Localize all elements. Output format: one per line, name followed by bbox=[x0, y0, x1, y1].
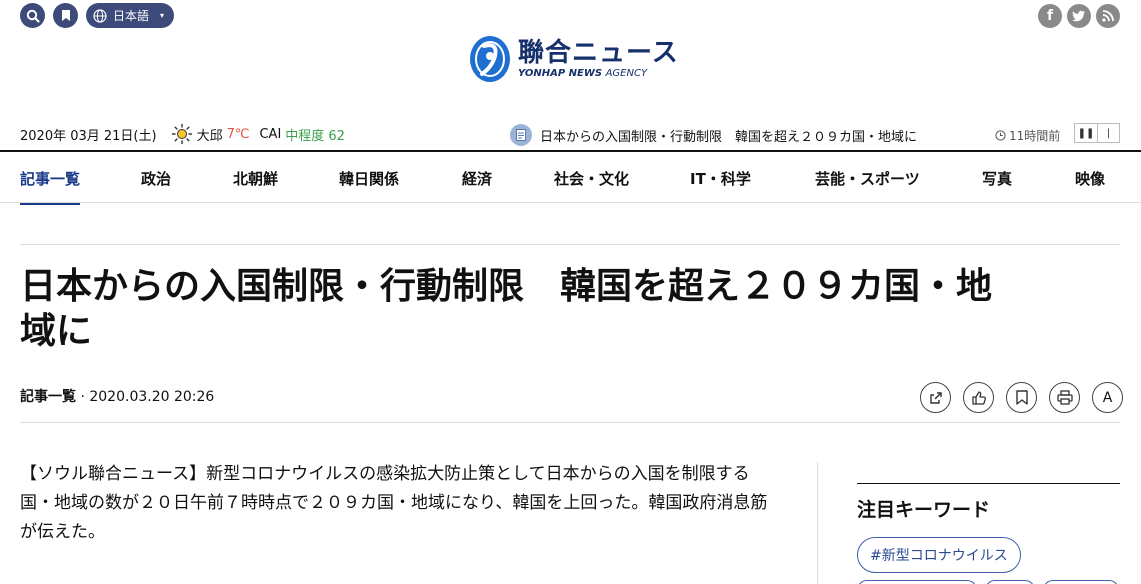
keywords-title: 注目キーワード bbox=[857, 499, 991, 521]
keyword-tag[interactable] bbox=[1043, 580, 1119, 584]
chevron-down-icon: ▾ bbox=[159, 11, 164, 20]
ticker-menu-button[interactable]: | bbox=[1097, 124, 1119, 142]
nav-item-videos[interactable]: 映像 bbox=[1075, 152, 1105, 204]
yonhap-logo-icon bbox=[470, 36, 510, 82]
nav-item-north-korea[interactable]: 北朝鮮 bbox=[233, 152, 278, 204]
cai-label: CAI bbox=[259, 126, 282, 142]
keyword-tag[interactable] bbox=[857, 580, 977, 584]
cai-value: 中程度 62 bbox=[285, 128, 345, 144]
news-ticker[interactable]: 日本からの入国制限・行動制限 韓国を超え２０９カ国・地域に bbox=[510, 124, 917, 146]
thumbs-up-icon bbox=[971, 390, 986, 405]
nav-item-entertainment-sports[interactable]: 芸能・スポーツ bbox=[815, 152, 920, 204]
nav-item-politics[interactable]: 政治 bbox=[141, 152, 171, 204]
nav-item-it-science[interactable]: IT・科学 bbox=[690, 152, 751, 204]
article-body: 【ソウル聯合ニュース】新型コロナウイルスの感染拡大防止策として日本からの入国を制… bbox=[20, 464, 768, 542]
info-bar: 2020年 03月 21日(土) 大邱 7℃ CAI 中程度 62 日本からの入… bbox=[20, 120, 1121, 148]
like-button[interactable] bbox=[963, 382, 994, 413]
column-divider bbox=[817, 462, 818, 584]
globe-icon bbox=[93, 8, 107, 23]
facebook-icon[interactable]: f bbox=[1038, 4, 1062, 28]
bookmark-icon bbox=[61, 10, 70, 21]
article-meta: 記事一覧 · 2020.03.20 20:26 bbox=[20, 389, 215, 405]
bookmark-button[interactable] bbox=[53, 3, 78, 28]
print-icon bbox=[1056, 390, 1073, 405]
sun-icon bbox=[171, 123, 192, 145]
ticker-time: 11時間前 bbox=[995, 127, 1060, 144]
font-size-button[interactable]: A bbox=[1092, 382, 1123, 413]
bookmark-icon bbox=[1015, 390, 1028, 405]
nav-item-korea-japan[interactable]: 韓日関係 bbox=[339, 152, 399, 204]
search-icon bbox=[26, 9, 40, 23]
language-selector[interactable]: 日本語 ▾ bbox=[86, 3, 174, 28]
nav-item-articles[interactable]: 記事一覧 bbox=[20, 152, 81, 205]
article-tools: A bbox=[920, 382, 1123, 413]
keyword-tag[interactable]: #新型コロナウイルス bbox=[857, 537, 1021, 573]
weather-temperature: 7℃ bbox=[226, 126, 250, 142]
ticker-controls: ❚❚ | bbox=[1074, 123, 1120, 143]
print-button[interactable] bbox=[1049, 382, 1080, 413]
article-datetime: 2020.03.20 20:26 bbox=[89, 389, 215, 405]
main-nav: 記事一覧 政治 北朝鮮 韓日関係 経済 社会・文化 IT・科学 芸能・スポーツ … bbox=[0, 150, 1141, 205]
keyword-tag[interactable] bbox=[985, 580, 1035, 584]
divider bbox=[20, 422, 1120, 423]
logo-name-ja: 聯合ニュース bbox=[518, 38, 679, 68]
rss-icon[interactable] bbox=[1096, 4, 1120, 28]
utility-left: 日本語 ▾ bbox=[20, 3, 174, 28]
save-button[interactable] bbox=[1006, 382, 1037, 413]
divider bbox=[20, 244, 1120, 245]
clock-icon bbox=[995, 130, 1006, 141]
logo-text: 聯合ニュース YONHAP NEWS AGENCY bbox=[518, 38, 679, 80]
site-logo[interactable]: 聯合ニュース YONHAP NEWS AGENCY bbox=[468, 34, 679, 84]
search-button[interactable] bbox=[20, 3, 45, 28]
social-links: f bbox=[1038, 4, 1120, 28]
share-button[interactable] bbox=[920, 382, 951, 413]
logo-name-en: YONHAP NEWS AGENCY bbox=[518, 68, 648, 79]
sidebar-divider bbox=[857, 483, 1120, 484]
article-headline: 日本からの入国制限・行動制限 韓国を超え２０９カ国・地 域に bbox=[20, 266, 993, 352]
share-icon bbox=[929, 391, 942, 404]
nav-item-photos[interactable]: 写真 bbox=[982, 152, 1012, 204]
document-icon bbox=[510, 124, 532, 146]
ticker-headline[interactable]: 日本からの入国制限・行動制限 韓国を超え２０９カ国・地域に bbox=[540, 126, 917, 145]
weather-city: 大邱 bbox=[196, 128, 223, 144]
nav-item-society-culture[interactable]: 社会・文化 bbox=[554, 152, 629, 204]
language-label: 日本語 bbox=[113, 9, 150, 23]
pause-button[interactable]: ❚❚ bbox=[1075, 124, 1097, 142]
twitter-icon[interactable] bbox=[1067, 4, 1091, 28]
article-category[interactable]: 記事一覧 bbox=[20, 389, 76, 405]
current-date: 2020年 03月 21日(土) bbox=[20, 128, 157, 144]
nav-item-economy[interactable]: 経済 bbox=[462, 152, 492, 204]
